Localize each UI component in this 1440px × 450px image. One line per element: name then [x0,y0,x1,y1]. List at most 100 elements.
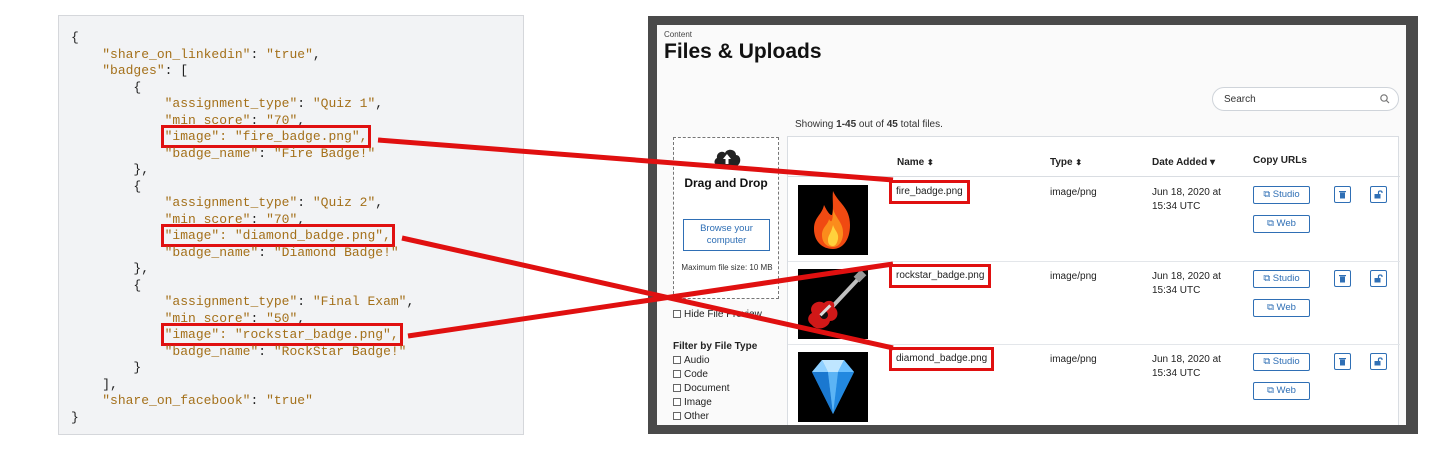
code-token: "Final Exam" [312,294,407,309]
filter-option-audio[interactable]: Audio [673,355,710,366]
code-line: "share_on_linkedin": "true", [71,46,321,63]
code-line: "image": "fire_badge.png", [71,125,372,148]
page-title: Files & Uploads [664,40,822,63]
column-header-type[interactable]: Type ⬍ [1050,157,1082,168]
filter-option-document[interactable]: Document [673,383,730,394]
code-token: : [ [164,63,189,78]
file-name[interactable]: rockstar_badge.png [888,263,992,288]
file-type: image/png [1050,187,1097,198]
copy-web-url-button[interactable]: ⧉ Web [1253,298,1310,317]
code-token: "true" [266,393,313,408]
copy-studio-url-button[interactable]: ⧉ Studio [1253,353,1310,371]
code-token: : [258,343,274,359]
search-input[interactable]: Search [1212,87,1399,111]
file-date-added: Jun 18, 2020 at 15:34 UTC [1152,354,1221,379]
file-name[interactable]: diamond_badge.png [888,347,995,371]
lock-toggle-button[interactable] [1370,269,1387,287]
code-token: "Fire Badge!" [273,145,376,161]
code-line: { [71,278,141,294]
code-token: : [258,244,274,260]
code-token: , [297,211,306,227]
search-placeholder: Search [1224,94,1256,105]
filter-option-label: Code [684,369,708,380]
studio-label: Studio [1272,272,1300,284]
trash-icon [1339,358,1346,366]
checkbox-icon[interactable] [673,310,681,318]
breadcrumb[interactable]: Content [664,30,692,39]
code-token: , [375,195,384,210]
browse-computer-button[interactable]: Browse your computer [683,219,770,251]
studio-label: Studio [1272,356,1300,367]
code-line: "min_score": "70", [71,113,305,129]
highlighted-image-entry: "image": "fire_badge.png", [160,125,372,148]
upload-drop-zone[interactable]: Drag and Drop Browse your computer Maxim… [673,137,779,299]
code-line: } [71,360,141,376]
checkbox-icon[interactable] [673,370,681,378]
code-token: , [312,46,321,62]
code-token: "badge_name" [164,145,259,161]
sort-icon: ▾ [1209,157,1216,168]
code-token: } [71,409,79,425]
files-table: Name ⬍ Type ⬍ Date Added ▾ Copy URLs fir… [787,136,1400,425]
column-header-name[interactable]: Name ⬍ [897,157,934,168]
code-line: "badge_name": "Fire Badge!" [71,145,376,162]
filter-option-other[interactable]: Other [673,411,709,422]
code-token: : [250,112,267,128]
checkbox-icon[interactable] [673,384,681,392]
cloud-upload-icon [714,149,741,166]
delete-button[interactable] [1334,353,1351,370]
code-token: "min_score" [164,211,251,227]
code-token: { [71,30,79,45]
lock-toggle-button[interactable] [1370,353,1387,370]
code-token: : [297,195,313,210]
code-line: } [71,410,79,426]
column-header-date-added[interactable]: Date Added ▾ [1152,157,1215,168]
copy-web-url-button[interactable]: ⧉ Web [1253,382,1310,400]
table-row: diamond_badge.png image/png Jun 18, 2020 a… [788,344,1400,425]
file-thumbnail [798,352,868,422]
results-count: Showing 1-45 out of 45 total files. [795,119,943,130]
code-line: ], [71,377,118,393]
table-row: fire_badge.png image/png Jun 18, 2020 at 1… [788,177,1400,261]
code-token: "share_on_linkedin" [102,46,251,62]
delete-button[interactable] [1334,186,1351,203]
checkbox-icon[interactable] [673,398,681,406]
file-name[interactable]: fire_badge.png [889,180,970,204]
code-token: { [71,79,142,95]
code-line: "badge_name": "RockStar Badge!" [71,343,407,360]
highlighted-image-entry: "image": "diamond_badge.png", [160,224,395,247]
unlock-icon [1374,357,1383,366]
filter-option-label: Audio [684,355,710,366]
delete-button[interactable] [1334,269,1351,287]
filter-option-code[interactable]: Code [673,369,708,380]
code-line: "assignment_type": "Quiz 1", [71,96,383,112]
copy-icon: ⧉ [1267,218,1274,229]
copy-icon: ⧉ [1263,272,1271,284]
code-token: "share_on_facebook" [102,393,251,408]
code-token: "true" [266,46,313,62]
code-line: "min_score": "50", [71,311,305,327]
checkbox-icon[interactable] [673,356,681,364]
hide-file-preview-toggle[interactable]: Hide File Preview [673,309,762,320]
file-thumbnail [798,268,868,339]
file-date-added: Jun 18, 2020 at 15:34 UTC [1152,270,1221,296]
copy-studio-url-button[interactable]: ⧉ Studio [1253,186,1310,204]
code-token: "assignment_type" [164,195,298,210]
copy-web-url-button[interactable]: ⧉ Web [1253,215,1310,233]
filter-option-image[interactable]: Image [673,397,712,408]
drag-drop-title: Drag and Drop [684,176,768,190]
code-line: "assignment_type": "Quiz 2", [71,195,383,211]
copy-icon: ⧉ [1267,385,1274,396]
copy-studio-url-button[interactable]: ⧉ Studio [1253,269,1310,288]
code-token: , [297,112,306,128]
checkbox-icon[interactable] [673,412,681,420]
copy-icon: ⧉ [1267,301,1274,313]
unlock-icon [1374,190,1383,199]
lock-toggle-button[interactable] [1370,186,1387,203]
